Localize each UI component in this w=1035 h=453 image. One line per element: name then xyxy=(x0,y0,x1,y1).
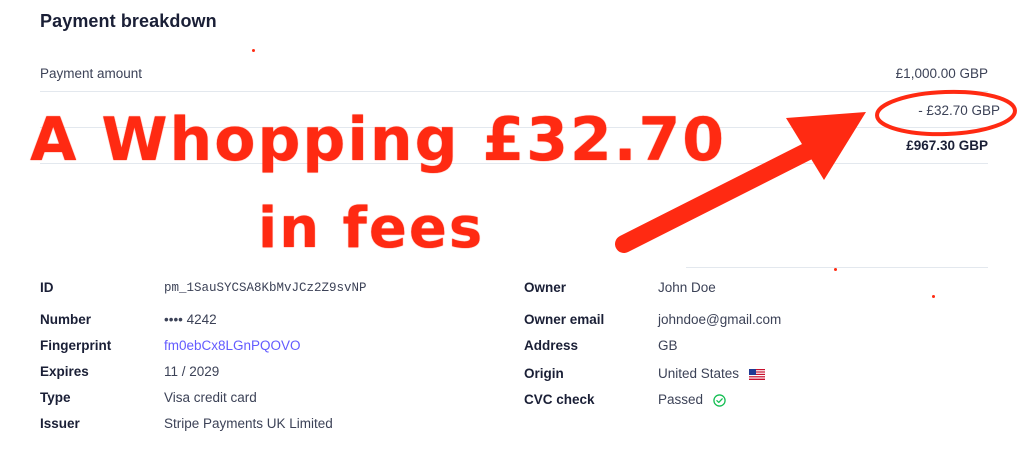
detail-row-type: Type Visa credit card xyxy=(40,390,520,416)
detail-row-owner: Owner John Doe xyxy=(524,280,994,312)
detail-row-owner-email: Owner email johndoe@gmail.com xyxy=(524,312,994,338)
detail-row-origin: Origin United States xyxy=(524,366,994,392)
detail-row-fingerprint: Fingerprint fm0ebCx8LGnPQOVO xyxy=(40,338,520,364)
issuer-value: Stripe Payments UK Limited xyxy=(164,416,333,431)
number-value: •••• 4242 xyxy=(164,312,217,327)
detail-row-id: ID pm_1SauSYCSA8KbMvJCz2Z9svNP xyxy=(40,280,520,312)
id-value: pm_1SauSYCSA8KbMvJCz2Z9svNP xyxy=(164,281,367,294)
divider xyxy=(686,267,988,268)
expires-value: 11 / 2029 xyxy=(164,364,220,379)
divider xyxy=(40,91,988,92)
details-left-column: ID pm_1SauSYCSA8KbMvJCz2Z9svNP Number ••… xyxy=(40,280,520,442)
check-circle-icon xyxy=(713,394,726,407)
id-label: ID xyxy=(40,280,54,294)
details-right-column: Owner John Doe Owner email johndoe@gmail… xyxy=(524,280,994,418)
detail-row-address: Address GB xyxy=(524,338,994,364)
divider xyxy=(40,127,988,128)
origin-label: Origin xyxy=(524,366,564,381)
owner-email-label: Owner email xyxy=(524,312,605,327)
detail-row-expires: Expires 11 / 2029 xyxy=(40,364,520,390)
annotation-dot xyxy=(834,268,837,271)
detail-row-cvc-check: CVC check Passed xyxy=(524,392,994,418)
net-value: £967.30 GBP xyxy=(906,138,988,153)
issuer-label: Issuer xyxy=(40,416,80,431)
number-label: Number xyxy=(40,312,92,327)
type-label: Type xyxy=(40,390,71,405)
annotation-headline: A Whopping £32.70 xyxy=(30,105,726,175)
owner-label: Owner xyxy=(524,280,567,294)
fingerprint-link[interactable]: fm0ebCx8LGnPQOVO xyxy=(164,338,301,353)
fingerprint-label: Fingerprint xyxy=(40,338,112,353)
detail-row-issuer: Issuer Stripe Payments UK Limited xyxy=(40,416,520,442)
origin-value: United States xyxy=(658,366,740,381)
annotation-dot xyxy=(252,49,255,52)
detail-row-number: Number •••• 4242 xyxy=(40,312,520,338)
owner-email-value: johndoe@gmail.com xyxy=(658,312,782,327)
divider xyxy=(40,163,988,164)
payment-amount-label: Payment amount xyxy=(40,66,143,81)
expires-label: Expires xyxy=(40,364,89,379)
cvc-check-value: Passed xyxy=(658,392,704,407)
address-label: Address xyxy=(524,338,579,353)
type-value: Visa credit card xyxy=(164,390,257,405)
payment-amount-value: £1,000.00 GBP xyxy=(895,66,988,81)
owner-value: John Doe xyxy=(658,280,716,294)
cvc-check-label: CVC check xyxy=(524,392,595,407)
section-title-payment-breakdown: Payment breakdown xyxy=(40,11,217,31)
fee-value: - £32.70 GBP xyxy=(918,103,1000,118)
annotation-subline: in fees xyxy=(258,196,485,261)
us-flag-icon xyxy=(748,369,765,380)
address-value: GB xyxy=(658,338,678,353)
